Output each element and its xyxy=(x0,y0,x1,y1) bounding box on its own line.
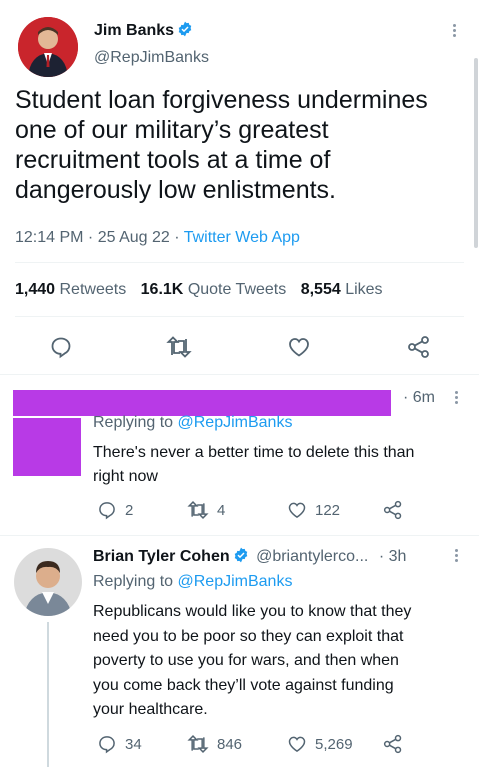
scrollbar-thumb[interactable] xyxy=(474,58,478,248)
tweet-text-line: dangerously low enlistments. xyxy=(15,176,336,204)
reply-text: Republicans would like you to know that … xyxy=(93,600,471,723)
verified-badge-icon xyxy=(234,547,247,563)
reply-age[interactable]: · 3h xyxy=(379,548,407,565)
reply-text-line: right now xyxy=(93,468,158,485)
avatar-jim-banks[interactable] xyxy=(18,17,78,77)
retweets-label: Retweets xyxy=(59,281,127,298)
retweet-icon xyxy=(187,735,209,753)
reply-text-line: need you to be poor so they can exploit … xyxy=(93,627,404,645)
more-options-icon[interactable] xyxy=(455,549,459,564)
author-name[interactable]: Brian Tyler Cohen xyxy=(93,548,230,565)
divider xyxy=(15,316,464,317)
reply-count-value: 34 xyxy=(125,735,142,753)
reply-text-line: poverty to use you for wars, and then wh… xyxy=(93,652,399,669)
avatar-brian-tyler-cohen[interactable] xyxy=(14,548,82,616)
replying-to: Replying to @RepJimBanks xyxy=(93,414,292,432)
reply-author: Brian Tyler Cohen @briantylerco... · 3h xyxy=(93,547,406,566)
reply-icon[interactable] xyxy=(49,335,73,359)
like-icon xyxy=(288,736,306,752)
like-icon[interactable] xyxy=(287,335,311,359)
retweet-count[interactable]: 846 xyxy=(187,734,242,754)
redacted-avatar xyxy=(13,418,81,476)
reply-text-line: Republicans would like you to know that … xyxy=(93,603,412,620)
retweet-icon[interactable] xyxy=(166,335,192,359)
replying-to: Replying to @RepJimBanks xyxy=(93,573,292,591)
tweet-stats: 1,440 Retweets 16.1K Quote Tweets 8,554 … xyxy=(15,281,383,299)
reply-count[interactable]: 34 xyxy=(97,734,142,754)
retweet-count-value: 4 xyxy=(217,501,226,519)
divider xyxy=(15,262,464,263)
reply-text-line: There's never a better time to delete th… xyxy=(93,444,415,461)
tweet-text-line: one of our military’s greatest xyxy=(15,116,329,144)
replying-to-prefix: Replying to xyxy=(93,573,174,590)
reply-icon xyxy=(99,736,115,754)
tweet-date[interactable]: 25 Aug 22 xyxy=(98,229,170,246)
tweet-text-line: recruitment tools at a time of xyxy=(15,146,331,174)
like-count[interactable]: 122 xyxy=(287,500,340,520)
avatar-image xyxy=(14,548,82,616)
retweet-icon xyxy=(187,501,209,519)
replying-to-handle[interactable]: @RepJimBanks xyxy=(178,414,293,431)
reply-text-line: your healthcare. xyxy=(93,701,208,718)
author-handle[interactable]: @RepJimBanks xyxy=(94,49,209,67)
tweet-time[interactable]: 12:14 PM xyxy=(15,229,83,246)
retweet-count-value: 846 xyxy=(217,735,243,753)
thread-line xyxy=(47,622,49,767)
replying-to-handle[interactable]: @RepJimBanks xyxy=(178,573,293,590)
more-options-icon[interactable] xyxy=(455,391,459,406)
reply-text-line: you come back they’ll vote against fundi… xyxy=(93,676,394,694)
share-icon[interactable] xyxy=(382,734,404,754)
likes-label: Likes xyxy=(345,281,383,298)
retweets-stat[interactable]: 1,440 Retweets xyxy=(15,281,126,298)
like-count[interactable]: 5,269 xyxy=(287,734,353,754)
tweet-text-line: Student loan forgiveness undermines xyxy=(15,86,428,114)
quotes-count: 16.1K xyxy=(140,281,184,298)
verified-badge-icon xyxy=(178,21,192,37)
divider xyxy=(0,374,479,375)
avatar-image xyxy=(18,17,78,77)
retweets-count: 1,440 xyxy=(15,281,56,298)
more-options-icon[interactable] xyxy=(453,24,457,39)
author-name-text[interactable]: Jim Banks xyxy=(94,22,174,39)
share-icon[interactable] xyxy=(406,335,432,359)
like-icon xyxy=(288,502,306,518)
quotes-label: Quote Tweets xyxy=(187,281,287,298)
likes-stat[interactable]: 8,554 Likes xyxy=(301,281,383,298)
like-count-value: 5,269 xyxy=(315,735,353,753)
replying-to-prefix: Replying to xyxy=(93,414,174,431)
like-count-value: 122 xyxy=(315,501,341,519)
tweet-meta: 12:14 PM · 25 Aug 22 · Twitter Web App xyxy=(15,229,300,246)
retweet-count[interactable]: 4 xyxy=(187,500,225,520)
author-name[interactable]: Jim Banks xyxy=(94,21,193,40)
tweet-source[interactable]: Twitter Web App xyxy=(184,229,300,246)
share-icon[interactable] xyxy=(382,500,404,520)
redacted-author xyxy=(13,390,391,416)
reply-text: There's never a better time to delete th… xyxy=(93,441,468,489)
reply-age-text: 6m xyxy=(412,389,436,406)
tweet-text: Student loan forgiveness undermines one … xyxy=(15,85,470,205)
author-handle[interactable]: @briantylerco... xyxy=(256,548,368,565)
likes-count: 8,554 xyxy=(300,281,341,298)
reply-age-text: 3h xyxy=(388,548,407,565)
reply-icon xyxy=(99,502,115,520)
quotes-stat[interactable]: 16.1K Quote Tweets xyxy=(141,281,287,298)
divider xyxy=(0,535,479,536)
reply-count-value: 2 xyxy=(125,501,134,519)
reply-age[interactable]: · 6m xyxy=(403,389,435,407)
reply-count[interactable]: 2 xyxy=(97,500,133,520)
